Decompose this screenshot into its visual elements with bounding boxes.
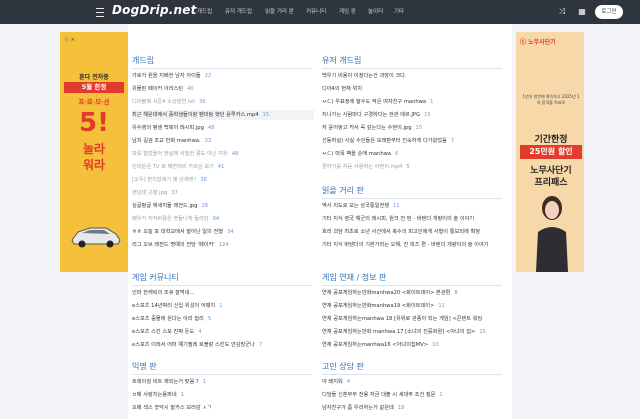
ad-text: 1년차 한번에 취득하고 2025년 1차 합격을 목표로: [522, 94, 580, 105]
hamburger-menu-icon[interactable]: [96, 8, 104, 17]
top-navigation-bar: DogDrip.net 개드립 유저 개드립 읽을 거리 판 커뮤니티 게임 판…: [0, 0, 640, 24]
section-title[interactable]: 게임 커뮤니티: [132, 272, 179, 283]
list-item[interactable]: 배우가 저작바롱은 흔들나게 들려감 94: [132, 214, 314, 224]
divider: [132, 68, 312, 69]
list-item[interactable]: e스포츠 중물에 온다는 아리 쉽리 5: [132, 314, 314, 324]
list-item[interactable]: 남치 길검 조교 만화 manhwa. 33: [132, 136, 314, 146]
divider: [132, 374, 312, 375]
ad-text: 기간한정: [534, 135, 568, 145]
ad-text: 5월 한정: [64, 82, 124, 93]
grid-icon[interactable]: ▦: [576, 6, 588, 18]
list-item[interactable]: 싱글벙글 애새끼들 레전드.jpg 28: [132, 201, 314, 211]
list-item[interactable]: 디딤돌 신혼부부 전용 자금 대출 시 세대주 조건 질문 1: [322, 390, 504, 400]
ad-text: 워라: [82, 158, 106, 172]
list-item[interactable]: 남자친구가 좀 우리하는거 같은데 18: [322, 403, 504, 413]
nav-playground[interactable]: 놀이터: [368, 7, 383, 15]
list-item[interactable]: 호러 괴담 최초로 소년 사건에서 북수의 피고인에게 사형이 통보되에 확정: [322, 227, 504, 237]
ad-text: 5!: [79, 108, 109, 138]
section-title[interactable]: 읽을 거리 판: [322, 185, 364, 196]
divider: [132, 285, 312, 286]
list-item[interactable]: 기타 지식 영국 해군의 레시피, 원크 전 펀 - 바텐더 개량이의 술 이야…: [322, 214, 504, 224]
nav-etc[interactable]: 기타: [394, 7, 404, 15]
list-item[interactable]: 연재 공포게임하는manhwa 18 [유위로 관종이 되는 게임] <콘텐트 …: [322, 314, 504, 324]
list-item[interactable]: 연재 공포게임하는manhwa16 <아녀의집MV> 10: [322, 340, 504, 350]
list-item[interactable]: 오메 섹스 숫닥시 발카스 보러감 ㅅㄱ: [132, 403, 314, 413]
divider: [322, 68, 502, 69]
list-item[interactable]: e스포츠 이레서 어떠 예기필레 로블랑 스킨도 안김방군나 7: [132, 340, 314, 350]
list-item[interactable]: 자 윤어놓고 커서 꼭 갚는다는 수현이.jpg 15: [322, 123, 504, 133]
list-item[interactable]: 연재 공포게임하는만화manhwa19 <화이트데이> 11: [322, 301, 504, 311]
section-title[interactable]: 게임 연재 / 정보 판: [322, 272, 386, 283]
nav-community[interactable]: 커뮤니티: [306, 7, 326, 15]
nav-user-gaedrip[interactable]: 유저 개드립: [225, 7, 252, 15]
list-item[interactable]: 기타 지식 바텐더의 기본가라는 오해, 진 피즈 편 - 바텐더 개량이의 술…: [322, 240, 504, 250]
section-title[interactable]: 유저 개드립: [322, 55, 361, 66]
car-image: [71, 227, 121, 248]
divider: [322, 285, 502, 286]
main-content: 개드립 가로가 원을 지배한 남자 아이들 22 유물된 페이커 아리스틴 40 디…: [128, 24, 512, 419]
section-title[interactable]: 고민 상담 판: [322, 361, 364, 372]
shuffle-icon[interactable]: ⤨: [556, 6, 568, 18]
ad-text: 놀라: [82, 142, 106, 156]
list-item[interactable]: ㅆㄷ) 마목 팩을 순애 manhwa 6: [322, 149, 504, 159]
list-item[interactable]: 현남대 근황.jpg 37: [132, 188, 314, 198]
left-ad-banner[interactable]: ⓘ × 혼다 전차종 5월 한정 프·로·모·션 5! 놀라 워라: [60, 32, 128, 272]
list-item[interactable]: 가로가 원을 지배한 남자 아이들 22: [132, 71, 314, 81]
list-item[interactable]: [오우] 펀치없애기 왜 단체엔? 38: [132, 175, 314, 185]
ad-brand-label: ⓒ 노무사단기: [520, 39, 556, 46]
list-item[interactable]: 역사 지도로 보는 삼국통일전쟁 11: [322, 201, 504, 211]
ad-text: 프·로·모·션: [78, 98, 110, 106]
list-item[interactable]: 트레이징 비트 재되는거 맞음 ? 1: [132, 377, 314, 387]
list-item[interactable]: 디아4의 현재 위치: [322, 84, 504, 94]
ad-text: 프리패스: [534, 178, 568, 188]
list-item[interactable]: 인파 한캐릭의 조큐 잘먹네...: [132, 288, 314, 298]
list-item[interactable]: 지나가는 사람마다 구경하다는 현관 에르.JPG 15: [322, 110, 504, 120]
divider: [322, 198, 502, 199]
divider: [322, 374, 502, 375]
list-item[interactable]: 유물된 페이커 아리스틴 40: [132, 84, 314, 94]
ad-text: 혼다 전차종: [79, 74, 109, 81]
list-item[interactable]: ㅆㄷ) 우표정에 말수도 적은 여자친구 manhwa 1: [322, 97, 504, 107]
list-item[interactable]: 야 왜지워 4: [322, 377, 504, 387]
list-item[interactable]: 연재 공포게임하는만화 manhwa 17 [소녀의 진흙화원] <아녀의 집>…: [322, 327, 504, 337]
nav-read[interactable]: 읽을 거리 판: [265, 7, 294, 15]
ad-info-icon[interactable]: ⓘ ×: [64, 36, 75, 43]
section-title[interactable]: 익명 판: [132, 361, 157, 372]
nav-gaedrip[interactable]: 개드립: [197, 7, 212, 15]
list-item[interactable]: 디마불패 시즌4 소상방연.txt 36: [132, 97, 314, 107]
list-item[interactable]: 선동하실) 사실 수인들은 모래판부터 진숙하게 다가왔었음 7: [322, 136, 504, 146]
list-item[interactable]: 최근 해운대에서 중학생들이랑 팬미팅 했던 윤루카스.mp4 15: [132, 110, 314, 120]
list-item[interactable]: 연재 공포게임하는만화manhwa20 <화이트데이> 본관편 8: [322, 288, 504, 298]
list-item[interactable]: ㅎㅎ 오늘 포 대학교에서 발어난 일의 전형 34: [132, 227, 314, 237]
list-item[interactable]: 백우기 비용이 이정다는건 과장이 크다.: [322, 71, 504, 81]
list-item[interactable]: e스포츠 스킨 스포 진짜 돈도 4: [132, 327, 314, 337]
login-button[interactable]: 로그인: [595, 5, 623, 19]
list-item[interactable]: e스포츠 14년짜리 신입 위성이 어때지 1: [132, 301, 314, 311]
list-item[interactable]: 편하기를 자듣 사람하는 어떤이.mp4 5: [322, 162, 504, 172]
list-item[interactable]: ㅂ메 사랑지는용퍼네 1: [132, 390, 314, 400]
section-title[interactable]: 개드립: [132, 55, 154, 66]
right-ad-banner[interactable]: ⓒ 노무사단기 1년차 한번에 취득하고 2025년 1차 합격을 목표로 기간…: [516, 32, 584, 272]
person-image: [536, 196, 568, 272]
site-logo[interactable]: DogDrip.net: [112, 3, 197, 17]
ad-text: 25만원 할인: [520, 145, 582, 159]
list-item[interactable]: 유수영의 평생 백복이 레시피.jpg 48: [132, 123, 314, 133]
list-item[interactable]: 인라운은 TV 로 해변처리 카르님 보기 41: [132, 162, 314, 172]
list-item[interactable]: 파를 벌었을어 맨날에 비밀한 콩도 아닌 여유 48: [132, 149, 314, 159]
list-item[interactable]: 리그 오브 레전드 명예의 전당 '페이커' 124: [132, 240, 314, 250]
nav-game[interactable]: 게임 판: [339, 7, 356, 15]
